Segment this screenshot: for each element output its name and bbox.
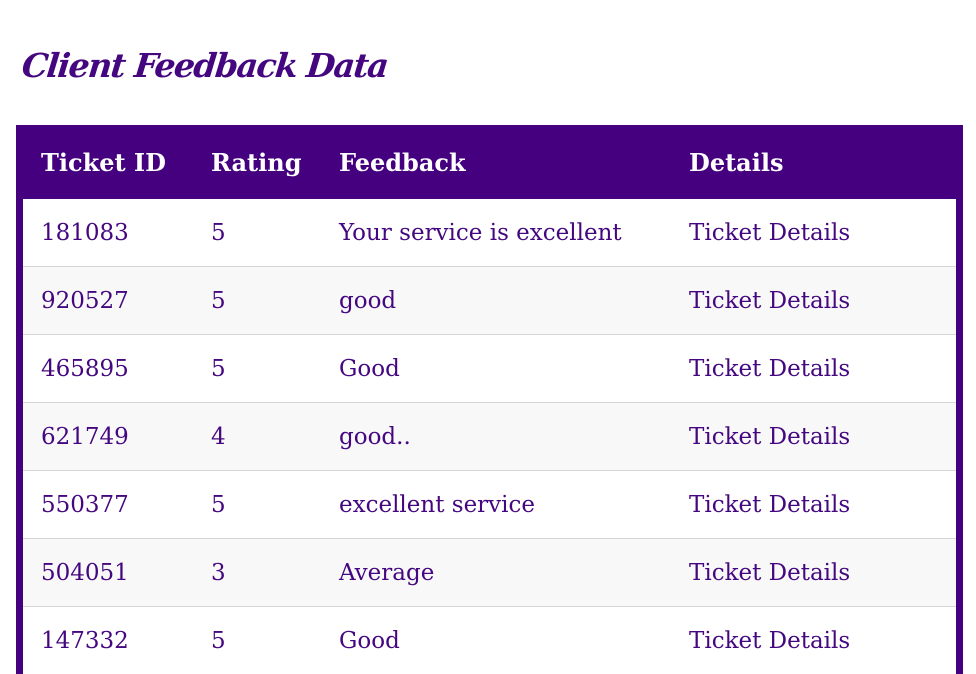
ticket-details-link[interactable]: Ticket Details xyxy=(689,288,850,314)
ticket-details-link[interactable]: Ticket Details xyxy=(689,628,850,654)
rating-cell: 3 xyxy=(193,538,321,607)
ticket-details-link[interactable]: Ticket Details xyxy=(689,356,850,382)
rating-cell: 5 xyxy=(193,266,321,335)
ticket-id-cell: 504051 xyxy=(23,538,193,607)
table-row: 147332 5 Good Ticket Details xyxy=(23,606,956,674)
feedback-table: Ticket ID Rating Feedback Details 181083… xyxy=(23,125,956,674)
ticket-details-link[interactable]: Ticket Details xyxy=(689,560,850,586)
table-row: 181083 5 Your service is excellent Ticke… xyxy=(23,199,956,267)
details-cell: Ticket Details xyxy=(671,606,956,674)
ticket-id-cell: 621749 xyxy=(23,402,193,471)
table-row: 550377 5 excellent service Ticket Detail… xyxy=(23,470,956,539)
details-cell: Ticket Details xyxy=(671,402,956,471)
ticket-id-cell: 465895 xyxy=(23,334,193,403)
header-rating: Rating xyxy=(193,125,321,199)
feedback-cell: excellent service xyxy=(321,470,671,539)
feedback-cell: good xyxy=(321,266,671,335)
feedback-cell: Your service is excellent xyxy=(321,199,671,267)
feedback-cell: Good xyxy=(321,606,671,674)
details-cell: Ticket Details xyxy=(671,334,956,403)
ticket-id-cell: 550377 xyxy=(23,470,193,539)
rating-cell: 5 xyxy=(193,606,321,674)
table-row: 465895 5 Good Ticket Details xyxy=(23,334,956,403)
rating-cell: 5 xyxy=(193,199,321,267)
rating-cell: 4 xyxy=(193,402,321,471)
feedback-cell: Good xyxy=(321,334,671,403)
ticket-id-cell: 181083 xyxy=(23,199,193,267)
details-cell: Ticket Details xyxy=(671,199,956,267)
table-header: Ticket ID Rating Feedback Details xyxy=(23,125,956,199)
table-body: 181083 5 Your service is excellent Ticke… xyxy=(23,199,956,674)
table-row: 504051 3 Average Ticket Details xyxy=(23,538,956,607)
details-cell: Ticket Details xyxy=(671,266,956,335)
table-row: 621749 4 good.. Ticket Details xyxy=(23,402,956,471)
details-cell: Ticket Details xyxy=(671,470,956,539)
details-cell: Ticket Details xyxy=(671,538,956,607)
ticket-details-link[interactable]: Ticket Details xyxy=(689,424,850,450)
header-feedback: Feedback xyxy=(321,125,671,199)
ticket-id-cell: 147332 xyxy=(23,606,193,674)
feedback-cell: good.. xyxy=(321,402,671,471)
table-row: 920527 5 good Ticket Details xyxy=(23,266,956,335)
ticket-details-link[interactable]: Ticket Details xyxy=(689,492,850,518)
page-title: Client Feedback Data xyxy=(20,46,390,85)
ticket-id-cell: 920527 xyxy=(23,266,193,335)
feedback-table-container: Ticket ID Rating Feedback Details 181083… xyxy=(16,125,963,674)
header-ticket-id: Ticket ID xyxy=(23,125,193,199)
rating-cell: 5 xyxy=(193,470,321,539)
feedback-cell: Average xyxy=(321,538,671,607)
header-details: Details xyxy=(671,125,956,199)
rating-cell: 5 xyxy=(193,334,321,403)
header-row: Ticket ID Rating Feedback Details xyxy=(23,125,956,199)
ticket-details-link[interactable]: Ticket Details xyxy=(689,220,850,246)
